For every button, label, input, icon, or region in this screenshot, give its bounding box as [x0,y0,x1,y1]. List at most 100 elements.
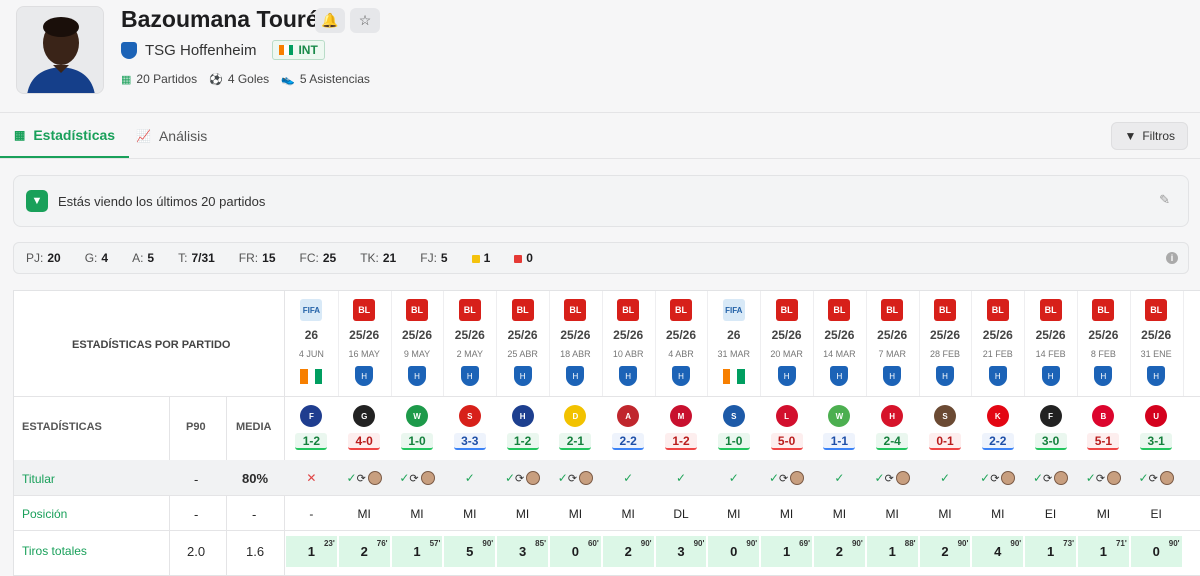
starter-cell: ✓ [675,471,687,485]
tab-bar: ▦ Estadísticas 📈 Análisis ▼ Filtros [0,114,1200,159]
match-score[interactable]: 2-1 [559,433,592,450]
match-season: 25/26 [1141,328,1172,342]
tab-analisis[interactable]: 📈 Análisis [122,114,221,158]
opponent-logo-icon: L [775,405,798,427]
starter-cell: ✕ [306,471,317,485]
col-header-media: MEDIA [236,421,272,433]
bell-icon[interactable]: 🔔 [315,8,345,33]
col-divider [918,291,920,396]
starter-cell: ✓ ⟳ [1130,467,1183,489]
bundesliga-logo-icon: BL [670,299,692,321]
filters-button[interactable]: ▼ Filtros [1111,122,1188,150]
position-cell: MI [463,507,477,521]
match-score[interactable]: 2-2 [981,433,1014,450]
match-score[interactable]: 1-2 [506,433,539,450]
opponent-logo-icon: H [881,405,904,427]
club-row: TSG Hoffenheim INT [121,40,325,60]
starter-cell: ✓ ⟳ [1077,467,1130,489]
match-score[interactable]: 1-2 [665,433,697,450]
card-icon [471,254,480,263]
match-score[interactable]: 4-0 [348,433,381,450]
bundesliga-logo-icon: BL [617,299,640,321]
starter-cell: ✓ ⟳ [1024,467,1077,489]
starter-cell: ✓ ⟳ [391,467,444,489]
match-date: 8 FEB [1090,349,1116,359]
match-score[interactable]: 5-0 [770,433,803,450]
opponent-logo-icon: F [300,405,323,427]
starter-cell: ✓ ⟳ [971,467,1024,489]
boot-icon: 👟 [281,74,295,86]
match-date: 21 FEB [982,349,1013,359]
col-divider [337,291,339,396]
opponent-logo-icon: G [353,405,376,427]
match-score[interactable]: 0-1 [929,433,961,450]
bundesliga-logo-icon: BL [986,299,1009,321]
match-score[interactable]: 1-0 [717,433,750,450]
match-score[interactable]: 1-0 [401,433,433,450]
starter-cell: ✓ ⟳ [496,467,549,489]
col-divider [865,291,867,396]
position-cell: EI [1044,507,1057,521]
bundesliga-logo-icon: BL [775,299,798,321]
match-season: 25/26 [507,328,538,342]
position-cell: MI [885,507,899,521]
fifa-logo-icon: FIFA [300,299,323,321]
opponent-logo-icon: H [511,405,534,427]
hoffenheim-logo-icon: H [408,366,426,386]
player-photo [16,6,104,94]
match-score[interactable]: 1-1 [823,433,856,450]
summary-item: TK: 21 [360,251,397,265]
position-cell: MI [357,507,371,521]
position-cell: MI [832,507,847,521]
position-cell: MI [568,507,583,521]
shots-cell: 3 85' [497,536,548,567]
ivory-coast-flag-icon [279,45,294,55]
shots-cell: 0 60' [550,536,601,567]
edit-icon[interactable]: ✎ [1159,192,1170,208]
match-score[interactable]: 2-4 [876,433,909,450]
opponent-logo-icon: B [1092,405,1115,427]
match-date: 18 ABR [560,349,591,359]
tiros-media: 1.6 [246,544,265,559]
fifa-logo-icon: FIFA [722,299,745,321]
match-score[interactable]: 5-1 [1087,433,1120,450]
bundesliga-logo-icon: BL [353,299,376,321]
shots-cell: 1 69' [761,536,812,567]
tab-estadisticas[interactable]: ▦ Estadísticas [0,114,130,158]
match-date: 7 MAR [878,349,906,359]
col-divider [1077,291,1078,396]
shots-cell: 4 90' [972,536,1024,567]
match-score[interactable]: 1-2 [295,433,328,450]
hoffenheim-logo-icon [121,41,137,59]
col-divider [654,291,656,396]
starter-cell: ✓ [834,471,845,485]
titular-media: 80% [242,471,269,486]
summary-item: 1 [471,251,490,265]
ivory-coast-flag-icon [300,369,323,384]
position-cell: MI [991,507,1005,521]
match-score[interactable]: 3-1 [1140,433,1173,450]
shots-cell: 3 90' [655,536,707,567]
col-divider [601,291,603,396]
col-divider [971,291,973,396]
chart-icon: 📈 [136,129,151,143]
match-score[interactable]: 2-2 [612,433,645,450]
opponent-logo-icon: D [564,405,587,427]
opponent-logo-icon: S [722,405,745,427]
match-season: 25/26 [560,328,591,342]
club-name[interactable]: TSG Hoffenheim [145,42,256,59]
position-cell: MI [779,507,794,521]
match-season: 25/26 [929,328,960,342]
shots-cell: 1 57' [391,536,443,567]
match-date: 9 MAY [403,349,431,359]
info-icon[interactable]: i [1166,252,1178,264]
match-score[interactable]: 3-0 [1034,433,1067,450]
starter-cell: ✓ [939,471,951,485]
hoffenheim-logo-icon: H [777,366,796,386]
match-date: 4 JUN [298,349,324,359]
star-icon[interactable]: ☆ [350,8,380,33]
match-score[interactable]: 3-3 [453,433,486,450]
player-header: Bazoumana Touré 🔔 ☆ TSG Hoffenheim INT ▦… [0,0,1200,113]
starter-cell: ✓ ⟳ [760,467,813,489]
match-stats-table: ESTADÍSTICAS POR PARTIDO ESTADÍSTICAS P9… [13,290,1200,576]
